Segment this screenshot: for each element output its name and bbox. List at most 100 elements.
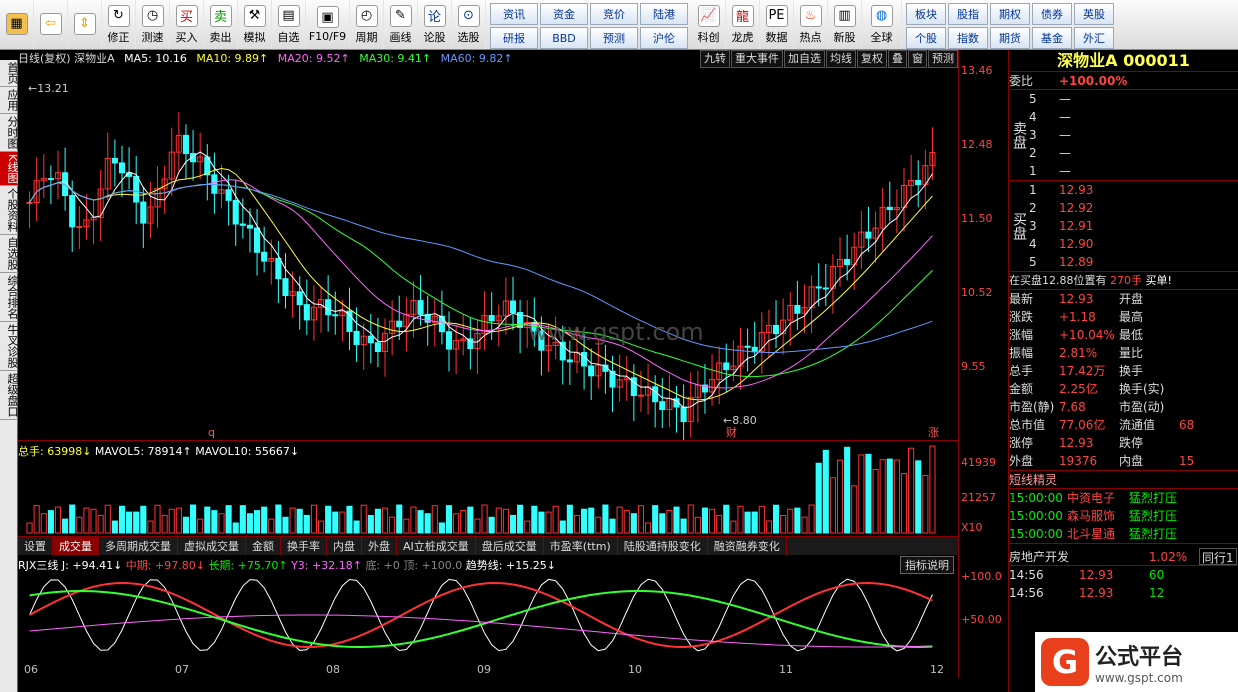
candle-body [844,258,851,266]
tab-margin[interactable]: 融资融券变化 [708,537,787,555]
updown-button[interactable]: ⇕ [68,0,102,49]
global-button[interactable]: ◍ 全球 [862,0,902,49]
simulate-button[interactable]: ⚒ 模拟 [238,0,272,49]
high-annotation: ←13.21 [28,82,69,95]
tab-multi-volume[interactable]: 多周期成交量 [99,537,178,555]
nav-options[interactable]: 期权 [990,3,1030,25]
quick-news[interactable]: 资讯 [490,3,538,25]
nav-bonds[interactable]: 债券 [1032,3,1072,25]
pick-button[interactable]: ⊙ 选股 [452,0,486,49]
quick-hk[interactable]: 陆港 [640,3,688,25]
btn-forecast[interactable]: 预测 [928,50,958,68]
tab-volume[interactable]: 成交量 [53,537,99,555]
volume-bar [559,520,566,534]
tab-inner[interactable]: 内盘 [327,537,362,555]
volume-bar [673,506,680,534]
buy-button[interactable]: 买买入 [170,0,204,49]
stat-row: 振幅 2.81% 量比 [1009,344,1238,362]
dragon-button[interactable]: 龍龙虎 [726,0,760,49]
fix-button[interactable]: ↻ 修正 [102,0,136,49]
sell-book: 卖盘 5—4—3—2—1— [1009,90,1238,181]
btn-overlay[interactable]: 叠 [888,50,907,68]
x-tick: 10 [628,663,642,676]
tab-virtual-volume[interactable]: 虚拟成交量 [178,537,246,555]
candle-body [374,342,381,353]
volume-bar [723,504,730,534]
stat-row: 市盈(静) 7.68 市盈(动) [1009,398,1238,416]
hot-button[interactable]: ♨ 热点 [794,0,828,49]
tab-settings[interactable]: 设置 [18,537,53,555]
back-button[interactable]: ⇦ [34,0,68,49]
sprite-title: 短线精灵 [1009,473,1058,487]
btn-window[interactable]: 窗 [908,50,927,68]
btn-events[interactable]: 重大事件 [731,50,783,68]
quick-london[interactable]: 沪伦 [640,27,688,49]
nav-uk[interactable]: 英股 [1074,3,1114,25]
volume-bar [232,522,239,534]
kline-chart[interactable]: ←13.21←8.80财q 涨 [18,68,958,440]
f10-button[interactable]: ▣ F10/F9 [306,0,350,49]
btn-nine[interactable]: 九转 [700,50,730,68]
draw-button[interactable]: ✎ 画线 [384,0,418,49]
tab-profile[interactable]: 个股资料 [0,186,19,236]
speed-button[interactable]: ◷ 测速 [136,0,170,49]
btn-addwatch[interactable]: 加自选 [784,50,825,68]
ipo-button[interactable]: ▥ 新股 [828,0,862,49]
btn-ma[interactable]: 均线 [826,50,856,68]
tab-intraday[interactable]: 分时图 [0,114,19,152]
volume-bar [666,510,673,534]
data-button[interactable]: PE 数据 [760,0,794,49]
btn-adjust[interactable]: 复权 [857,50,887,68]
tab-turnover[interactable]: 换手率 [281,537,327,555]
quick-report[interactable]: 研报 [490,27,538,49]
tab-ranking[interactable]: 综合排名 [0,273,19,323]
tab-super[interactable]: 超级盘口 [0,371,19,421]
stat-row-cell: 流通值 [1119,418,1156,432]
kechuang-button[interactable]: 📈 科创 [692,0,726,49]
tab-ai[interactable]: AI立桩成交量 [397,537,476,555]
sprite-row: 15:00:00 北斗星通 猛烈打压 [1009,525,1238,543]
x-tick: 12 [930,663,944,676]
indicator-help-button[interactable]: 指标说明 [900,556,954,574]
stat-row-cell: 7.68 [1059,400,1086,414]
tab-home[interactable]: 首页 [0,60,19,87]
volume-bar [616,506,623,534]
nav-forex[interactable]: 外汇 [1074,27,1114,49]
nav-funds[interactable]: 基金 [1032,27,1072,49]
volume-bar [282,516,289,534]
nav-index[interactable]: 指数 [948,27,988,49]
candle-body [915,179,922,186]
buy-label: 买盘 [1011,212,1027,240]
volume-bar [716,514,723,534]
tab-watchlist[interactable]: 自选股 [0,235,19,274]
quick-bbd[interactable]: BBD [540,27,588,49]
tab-pe[interactable]: 市盈率(ttm) [544,537,618,555]
discuss-button[interactable]: 论论股 [418,0,452,49]
folder-icon: ▤ [277,4,300,27]
nav-sector[interactable]: 板块 [906,3,946,25]
period-button[interactable]: ◴ 周期 [350,0,384,49]
tab-kline[interactable]: K线图 [0,152,19,187]
nav-futures[interactable]: 期货 [990,27,1030,49]
tab-afterhours[interactable]: 盘后成交量 [476,537,544,555]
mavol5-label: MAVOL5: 78914↑ [94,445,192,458]
sector-button[interactable]: 同行1 [1199,548,1237,565]
volume-bar [858,454,865,534]
nav-stocks[interactable]: 个股 [906,27,946,49]
sell-button[interactable]: 卖卖出 [204,0,238,49]
buy-row: 2 12.92 [1029,199,1238,217]
watchlist-button[interactable]: ▤ 自选 [272,0,306,49]
quick-forecast[interactable]: 预测 [590,27,638,49]
quick-auction[interactable]: 竞价 [590,3,638,25]
tab-amount[interactable]: 金额 [246,537,281,555]
tab-diagnosis[interactable]: 牛叉诊股 [0,322,19,372]
quick-fund[interactable]: 资金 [540,3,588,25]
tab-apps[interactable]: 应用 [0,87,19,114]
volume-bar [154,504,161,534]
tab-outer[interactable]: 外盘 [362,537,397,555]
home-button[interactable]: ▦ [0,0,34,49]
nav-index-futures[interactable]: 股指 [948,3,988,25]
tab-hk-holding[interactable]: 陆股通持股变化 [618,537,708,555]
volume-bar [104,504,111,534]
volume-bar [261,506,268,534]
